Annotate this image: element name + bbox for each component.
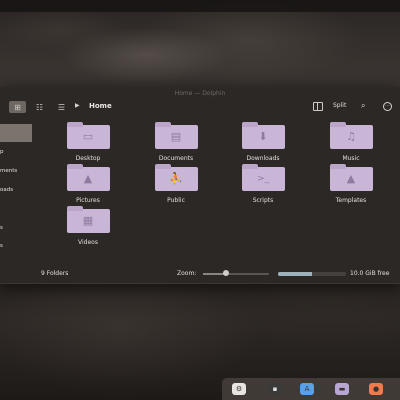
folder-downloads[interactable]: ⬇ Downloads (223, 122, 303, 162)
compact-view-icon: ☷ (35, 102, 44, 112)
split-button[interactable]: Split (333, 102, 346, 109)
folder-label: Pictures (76, 197, 100, 204)
status-bar: 9 Folders Zoom: 10.0 GiB free (0, 267, 400, 283)
breadcrumb-arrow-icon[interactable]: ▶ (75, 102, 80, 109)
taskbar-dock: ⚙ ▪ A ▬ ● (222, 378, 400, 400)
terminal-icon[interactable]: ▪ (268, 383, 282, 395)
breadcrumb-home[interactable]: Home (89, 102, 112, 110)
zoom-slider[interactable] (203, 270, 269, 276)
icon-view-button[interactable]: ⊞ (9, 101, 26, 113)
folder-label: Scripts (252, 197, 274, 204)
split-view-icon[interactable] (313, 102, 323, 111)
music-icon: ♫ (329, 122, 373, 149)
folder-music[interactable]: ♫ Music (311, 122, 391, 162)
dolphin-window: Home — Dolphin ⊞ ☷ ☰ ▶ Home Split ⌕ ⋯ p … (0, 87, 400, 284)
folder-label: Public (167, 197, 185, 204)
disk-space-bar (278, 272, 346, 276)
sidebar-item-downloads[interactable]: oads (0, 187, 13, 193)
free-space-label: 10.0 GiB free (350, 270, 390, 277)
folder-templates[interactable]: ▲ Templates (311, 164, 391, 204)
window-title: Home — Dolphin (0, 87, 400, 100)
sidebar-item-home[interactable] (0, 124, 32, 142)
download-icon: ⬇ (241, 122, 285, 149)
people-icon: ⛹ (154, 164, 198, 191)
zoom-slider-handle[interactable] (223, 270, 230, 276)
settings-icon[interactable]: ⚙ (232, 383, 246, 395)
video-icon: ▦ (66, 206, 110, 233)
folder-label: Templates (335, 197, 367, 204)
folder-videos[interactable]: ▦ Videos (48, 206, 128, 246)
sidebar-item-desktop[interactable]: p (0, 149, 4, 155)
desktop-icon: ▭ (66, 122, 110, 149)
folder-label: Documents (158, 155, 194, 162)
folder-count: 9 Folders (41, 270, 69, 277)
folder-scripts[interactable]: >_ Scripts (223, 164, 303, 204)
folder-label: Music (342, 155, 360, 162)
sidebar-item-documents[interactable]: ments (0, 168, 17, 174)
folder-view: ▭ Desktop ▤ Documents ⬇ Downloads ♫ Musi… (40, 117, 400, 265)
app-store-icon[interactable]: A (300, 383, 314, 395)
folder-icon[interactable]: ▬ (335, 383, 349, 395)
toolbar: ⊞ ☷ ☰ ▶ Home Split ⌕ ⋯ (0, 100, 400, 114)
details-view-button[interactable]: ☰ (53, 101, 70, 113)
document-icon: ▤ (154, 122, 198, 149)
sidebar-item-network[interactable]: s (0, 225, 3, 231)
folder-label: Downloads (246, 155, 280, 162)
top-panel (0, 0, 400, 12)
folder-public[interactable]: ⛹ Public (136, 164, 216, 204)
folder-label: Desktop (75, 155, 101, 162)
folder-desktop[interactable]: ▭ Desktop (48, 122, 128, 162)
disk-space-fill (278, 272, 312, 276)
search-icon[interactable]: ⌕ (361, 101, 365, 111)
terminal-icon: >_ (241, 164, 285, 191)
grid-view-icon: ⊞ (14, 102, 21, 112)
folder-documents[interactable]: ▤ Documents (136, 122, 216, 162)
zoom-label: Zoom: (177, 270, 197, 277)
hamburger-menu-icon[interactable]: ⋯ (383, 102, 392, 111)
template-icon: ▲ (329, 164, 373, 191)
folder-pictures[interactable]: ▲ Pictures (48, 164, 128, 204)
sidebar-item-trash[interactable]: s (0, 243, 3, 249)
list-view-icon: ☰ (57, 102, 66, 112)
folder-label: Videos (78, 239, 98, 246)
compact-view-button[interactable]: ☷ (31, 101, 48, 113)
browser-icon[interactable]: ● (369, 383, 383, 395)
picture-icon: ▲ (66, 164, 110, 191)
places-sidebar: p ments oads s s (0, 117, 36, 267)
